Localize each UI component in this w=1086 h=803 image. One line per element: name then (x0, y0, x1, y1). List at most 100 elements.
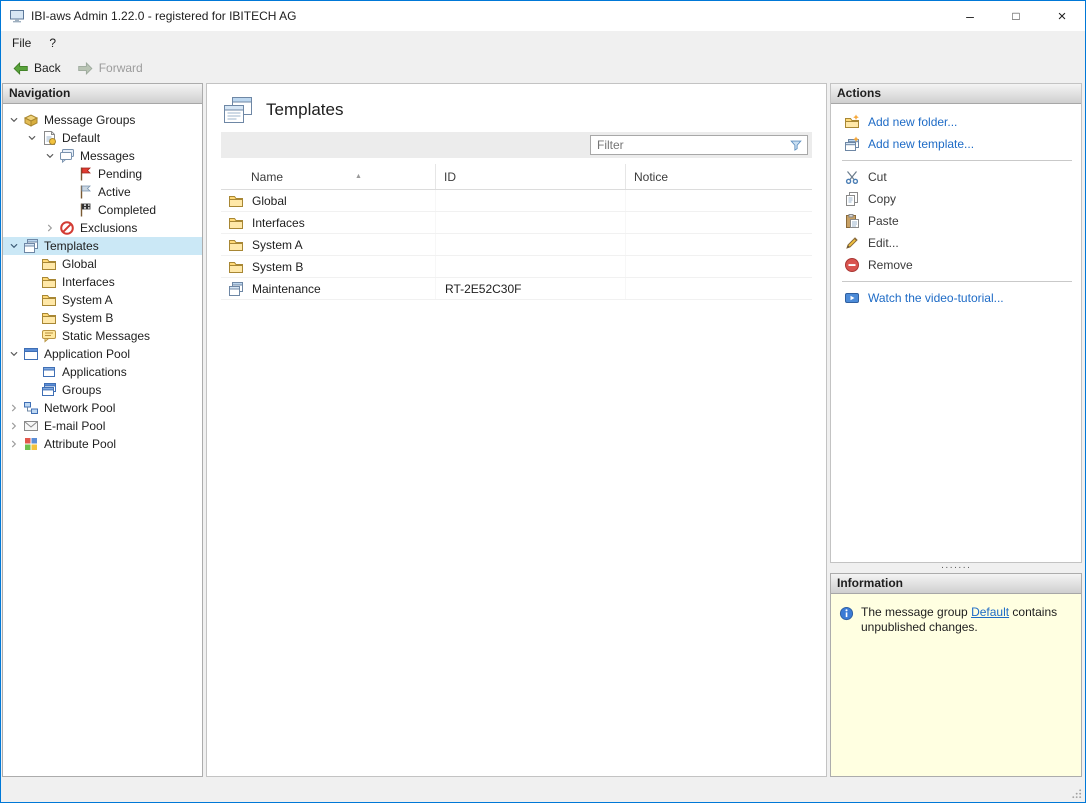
tree-item-exclusions[interactable]: Exclusions (3, 219, 202, 237)
page-title: Templates (266, 100, 343, 120)
filter-funnel-icon[interactable] (785, 136, 807, 154)
maximize-icon[interactable]: □ (993, 1, 1039, 31)
filter-input[interactable] (591, 138, 785, 152)
folder-icon (41, 292, 57, 308)
applications-icon (41, 364, 57, 380)
forward-button[interactable]: Forward (70, 58, 150, 79)
column-header-id[interactable]: ID (436, 164, 626, 189)
panel-splitter[interactable]: ······· (830, 563, 1082, 573)
chevron-expanded-icon[interactable] (7, 239, 21, 253)
table-row-interfaces[interactable]: Interfaces (221, 212, 812, 234)
default-group-link[interactable]: Default (971, 605, 1009, 619)
tree-item-label: Applications (62, 365, 127, 379)
edit-button[interactable]: Edit... (831, 232, 1081, 254)
column-header-name[interactable]: Name ▲ (221, 164, 436, 189)
table-header: Name ▲ ID Notice (221, 164, 812, 190)
copy-button[interactable]: Copy (831, 188, 1081, 210)
toolbar: Back Forward (1, 55, 1085, 81)
chevron-collapsed-icon[interactable] (7, 437, 21, 451)
pending-flag-icon (77, 166, 93, 182)
tree-item-interfaces[interactable]: Interfaces (3, 273, 202, 291)
tree-item-applications[interactable]: Applications (3, 363, 202, 381)
cut-button[interactable]: Cut (831, 166, 1081, 188)
splitter-handle-icon: ······· (941, 565, 971, 571)
tree-item-static-messages[interactable]: Static Messages (3, 327, 202, 345)
twisty-placeholder (25, 257, 39, 271)
cell-notice (626, 278, 812, 299)
information-header: Information (831, 574, 1081, 594)
chevron-expanded-icon[interactable] (7, 347, 21, 361)
minimize-icon[interactable]: – (947, 1, 993, 31)
tree-item-groups[interactable]: Groups (3, 381, 202, 399)
folder-icon (228, 237, 244, 253)
tree-item-network-pool[interactable]: Network Pool (3, 399, 202, 417)
paste-button[interactable]: Paste (831, 210, 1081, 232)
table-row-maintenance[interactable]: Maintenance RT-2E52C30F (221, 278, 812, 300)
table-row-global[interactable]: Global (221, 190, 812, 212)
tree-item-messages[interactable]: Messages (3, 147, 202, 165)
exclusions-icon (59, 220, 75, 236)
column-label: Notice (634, 170, 668, 184)
chevron-collapsed-icon[interactable] (7, 401, 21, 415)
add-new-template-link[interactable]: Add new template... (831, 133, 1081, 155)
tree-item-completed[interactable]: Completed (3, 201, 202, 219)
main-header: Templates (207, 84, 826, 130)
folder-icon (228, 259, 244, 275)
tree-item-label: Interfaces (62, 275, 115, 289)
chevron-collapsed-icon[interactable] (7, 419, 21, 433)
navigation-panel: Navigation Message Groups Default Messag… (2, 83, 203, 777)
tree-item-email-pool[interactable]: E-mail Pool (3, 417, 202, 435)
column-header-notice[interactable]: Notice (626, 164, 812, 189)
tree-item-message-groups[interactable]: Message Groups (3, 111, 202, 129)
folder-icon (228, 215, 244, 231)
tree-item-default[interactable]: Default (3, 129, 202, 147)
back-button[interactable]: Back (5, 58, 68, 79)
information-panel: Information The message group Default co… (830, 573, 1082, 777)
column-label: ID (444, 170, 456, 184)
twisty-placeholder (61, 203, 75, 217)
video-tutorial-link[interactable]: Watch the video-tutorial... (831, 287, 1081, 309)
table-row-system-b[interactable]: System B (221, 256, 812, 278)
tree-item-application-pool[interactable]: Application Pool (3, 345, 202, 363)
cell-name: Global (247, 190, 436, 211)
copy-icon (844, 191, 860, 207)
twisty-placeholder (25, 311, 39, 325)
menu-help[interactable]: ? (40, 33, 65, 53)
tree-item-label: Messages (80, 149, 135, 163)
chevron-expanded-icon[interactable] (7, 113, 21, 127)
filter-box (590, 135, 808, 155)
cell-id (436, 212, 626, 233)
tree-item-pending[interactable]: Pending (3, 165, 202, 183)
completed-flag-icon (77, 202, 93, 218)
tree-item-system-b[interactable]: System B (3, 309, 202, 327)
chevron-expanded-icon[interactable] (43, 149, 57, 163)
table-row-system-a[interactable]: System A (221, 234, 812, 256)
tree-item-label: Network Pool (44, 401, 115, 415)
app-window: IBI-aws Admin 1.22.0 - registered for IB… (0, 0, 1086, 803)
tree-item-templates[interactable]: Templates (3, 237, 202, 255)
folder-icon (41, 256, 57, 272)
chevron-collapsed-icon[interactable] (43, 221, 57, 235)
add-folder-icon (844, 114, 860, 130)
menu-file[interactable]: File (3, 33, 40, 53)
cell-id (436, 234, 626, 255)
remove-button[interactable]: Remove (831, 254, 1081, 276)
tree-item-label: Attribute Pool (44, 437, 116, 451)
static-messages-icon (41, 328, 57, 344)
action-label: Watch the video-tutorial... (868, 291, 1004, 305)
messages-icon (59, 148, 75, 164)
tree-item-global[interactable]: Global (3, 255, 202, 273)
tree-item-label: Message Groups (44, 113, 135, 127)
folder-icon (41, 274, 57, 290)
tree-item-system-a[interactable]: System A (3, 291, 202, 309)
navigation-tree: Message Groups Default Messages Pending (3, 104, 202, 776)
add-new-folder-link[interactable]: Add new folder... (831, 111, 1081, 133)
tree-item-attribute-pool[interactable]: Attribute Pool (3, 435, 202, 453)
close-icon[interactable]: × (1039, 1, 1085, 31)
content-area: Navigation Message Groups Default Messag… (1, 81, 1085, 786)
twisty-placeholder (25, 275, 39, 289)
chevron-expanded-icon[interactable] (25, 131, 39, 145)
resize-grip-icon[interactable] (1071, 788, 1082, 799)
action-label: Edit... (868, 236, 899, 250)
tree-item-active[interactable]: Active (3, 183, 202, 201)
